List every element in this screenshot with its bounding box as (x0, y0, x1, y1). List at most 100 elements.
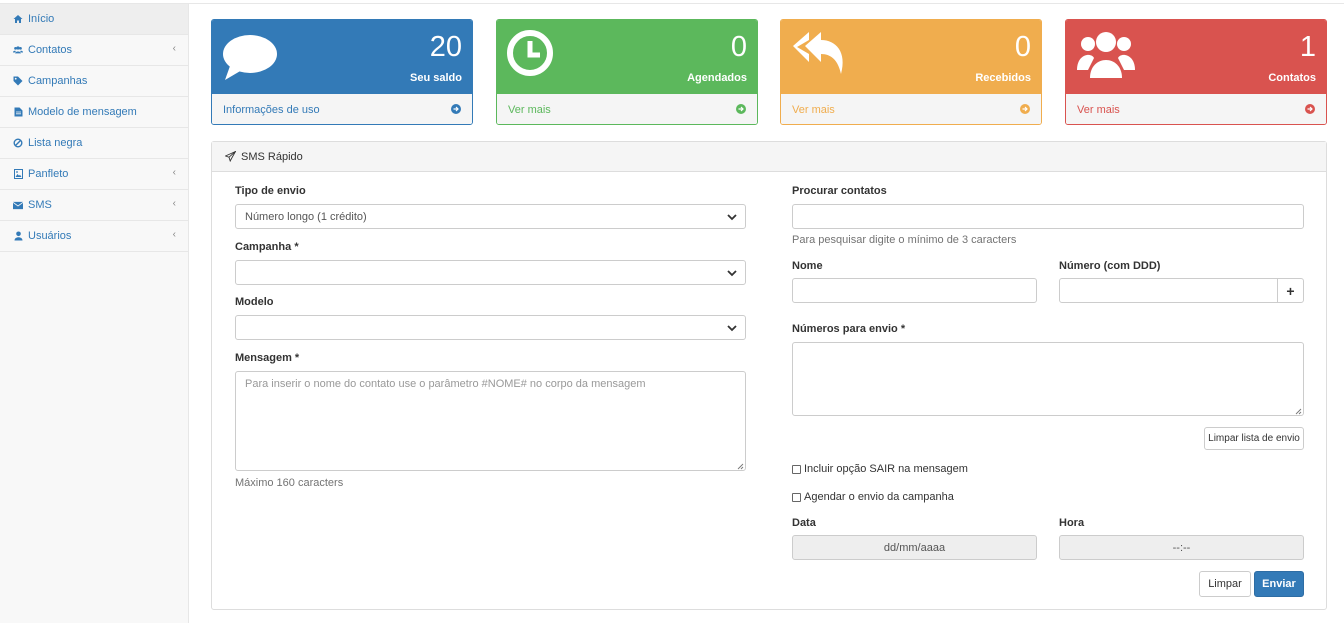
card-link-text[interactable]: Ver mais (792, 104, 835, 116)
ban-icon (13, 138, 23, 148)
envelope-icon (13, 200, 23, 210)
sidebar-item-label: Lista negra (28, 137, 83, 149)
card-footer-link[interactable]: Ver mais (781, 94, 1041, 124)
sidebar-item-label: Modelo de mensagem (28, 106, 137, 118)
procurar-contatos-input[interactable] (792, 204, 1304, 229)
hora-input[interactable]: --:-- (1059, 535, 1304, 560)
card-footer-link[interactable]: Informações de uso (212, 94, 472, 124)
sms-rapido-panel: SMS Rápido Tipo de envio Número longo (1… (211, 141, 1327, 610)
card-link-text[interactable]: Ver mais (1077, 104, 1120, 116)
card-label: Seu saldo (410, 72, 462, 84)
card-header: 0 Recebidos (781, 20, 1041, 94)
hora-label: Hora (1059, 517, 1085, 529)
data-label: Data (792, 517, 816, 529)
sidebar-item-label: Usuários (28, 230, 72, 242)
sidebar-item-sms[interactable]: SMS ‹ (0, 190, 188, 221)
tag-icon (13, 76, 23, 86)
numero-label: Número (com DDD) (1059, 260, 1161, 272)
sidebar-item-label: Início (28, 13, 55, 25)
card-saldo: 20 Seu saldo Informações de uso (211, 19, 473, 125)
sidebar-item-label: SMS (28, 199, 52, 211)
chevron-down-icon (727, 212, 737, 224)
campanha-select[interactable] (235, 260, 746, 285)
sidebar-item-contatos[interactable]: Contatos ‹ (0, 35, 188, 66)
card-value: 0 (730, 31, 747, 63)
sidebar-item-lista-negra[interactable]: Lista negra (0, 128, 188, 159)
card-link-text[interactable]: Informações de uso (223, 104, 320, 116)
procurar-contatos-label: Procurar contatos (792, 185, 887, 197)
sidebar-item-label: Campanhas (28, 75, 88, 87)
campanha-label: Campanha * (235, 241, 299, 253)
sidebar-item-modelo-de-mensagem[interactable]: Modelo de mensagem (0, 97, 188, 128)
resize-grip-icon[interactable] (736, 461, 744, 470)
enviar-button[interactable]: Enviar (1254, 571, 1304, 597)
mensagem-label: Mensagem * (235, 352, 300, 364)
chevron-left-icon: ‹ (172, 43, 176, 54)
tipo-envio-value: Número longo (1 crédito) (245, 210, 367, 223)
comment-icon (222, 30, 282, 86)
tipo-envio-select[interactable]: Número longo (1 crédito) (235, 204, 746, 229)
card-value: 1 (1299, 31, 1316, 63)
user-icon (13, 231, 23, 241)
file-icon (13, 107, 23, 117)
agendar-envio-option[interactable]: Agendar o envio da campanha (792, 491, 954, 503)
sidebar-item-panfleto[interactable]: Panfleto ‹ (0, 159, 188, 190)
add-number-button[interactable]: + (1277, 278, 1304, 303)
limpar-lista-button[interactable]: Limpar lista de envio (1204, 427, 1304, 450)
card-footer-link[interactable]: Ver mais (497, 94, 757, 124)
mensagem-placeholder: Para inserir o nome do contato use o par… (245, 378, 646, 390)
resize-grip-icon[interactable] (1294, 406, 1302, 415)
mensagem-help: Máximo 160 caracters (235, 477, 344, 489)
paper-plane-icon (225, 151, 236, 162)
nome-label: Nome (792, 260, 823, 272)
clock-icon (507, 30, 567, 86)
incluir-sair-option[interactable]: Incluir opção SAIR na mensagem (792, 463, 968, 475)
chevron-down-icon (727, 323, 737, 335)
chevron-down-icon (727, 268, 737, 280)
nome-input[interactable] (792, 278, 1037, 303)
card-header: 20 Seu saldo (212, 20, 472, 94)
panel-header: SMS Rápido (212, 142, 1326, 172)
procurar-help: Para pesquisar digite o mínimo de 3 cara… (792, 234, 1017, 246)
agendar-envio-checkbox[interactable] (792, 492, 801, 502)
card-label: Agendados (687, 72, 747, 84)
card-agendados: 0 Agendados Ver mais (496, 19, 758, 125)
main-content: 20 Seu saldo Informações de uso 0 Agenda… (189, 4, 1344, 623)
sidebar-item-label: Panfleto (28, 168, 69, 180)
modelo-select[interactable] (235, 315, 746, 340)
group-icon (1076, 30, 1136, 86)
data-input[interactable]: dd/mm/aaaa (792, 535, 1037, 560)
card-link-text[interactable]: Ver mais (508, 104, 551, 116)
arrow-circle-right-icon (1305, 104, 1315, 114)
sidebar-item-label: Contatos (28, 44, 73, 56)
incluir-sair-checkbox[interactable] (792, 464, 801, 474)
numeros-envio-textarea[interactable] (792, 342, 1304, 416)
users-icon (13, 45, 23, 55)
incluir-sair-label: Incluir opção SAIR na mensagem (804, 463, 968, 475)
card-footer-link[interactable]: Ver mais (1066, 94, 1326, 124)
chevron-left-icon: ‹ (172, 198, 176, 209)
sidebar-item-inicio[interactable]: Início (0, 4, 188, 35)
mensagem-textarea[interactable]: Para inserir o nome do contato use o par… (235, 371, 746, 471)
card-recebidos: 0 Recebidos Ver mais (780, 19, 1042, 125)
chevron-left-icon: ‹ (172, 229, 176, 240)
chevron-left-icon: ‹ (172, 167, 176, 178)
sidebar: Início Contatos ‹ Campanhas Modelo de me… (0, 4, 189, 623)
sidebar-item-usuarios[interactable]: Usuários ‹ (0, 221, 188, 252)
agendar-envio-label: Agendar o envio da campanha (804, 491, 954, 503)
arrow-circle-right-icon (736, 104, 746, 114)
sidebar-item-campanhas[interactable]: Campanhas (0, 66, 188, 97)
card-value: 0 (1014, 31, 1031, 63)
numeros-envio-label: Números para envio * (792, 323, 906, 335)
card-contatos: 1 Contatos Ver mais (1065, 19, 1327, 125)
numero-input[interactable] (1059, 278, 1278, 303)
arrow-circle-right-icon (451, 104, 461, 114)
tipo-envio-label: Tipo de envio (235, 185, 306, 197)
arrow-circle-right-icon (1020, 104, 1030, 114)
card-label: Recebidos (975, 72, 1031, 84)
modelo-label: Modelo (235, 296, 274, 308)
limpar-button[interactable]: Limpar (1199, 571, 1251, 597)
card-header: 1 Contatos (1066, 20, 1326, 94)
image-icon (13, 169, 23, 179)
reply-all-icon (791, 30, 851, 86)
